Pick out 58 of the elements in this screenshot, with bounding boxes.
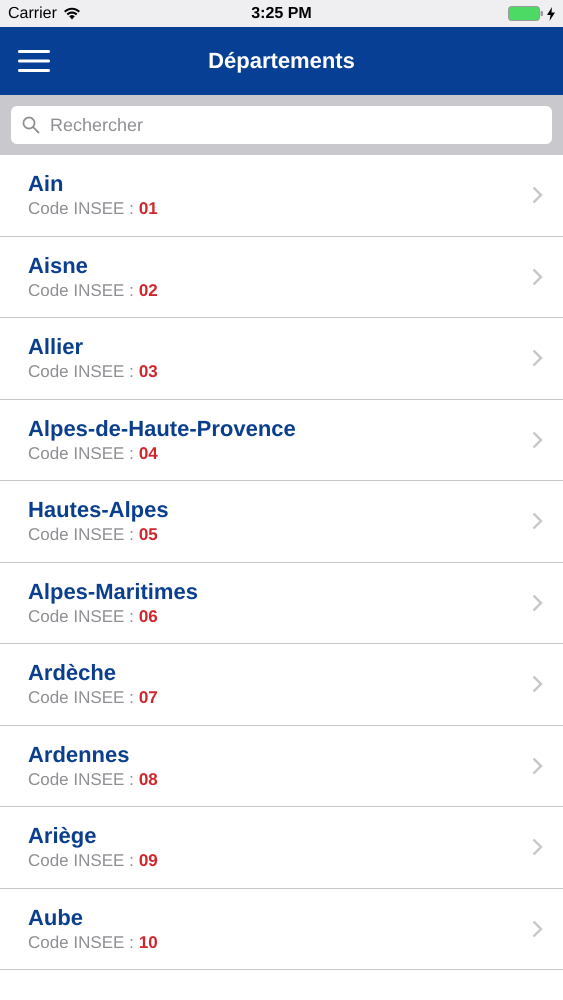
code-label: Code INSEE :: [28, 362, 134, 382]
department-row[interactable]: Alpes-Maritimes Code INSEE : 06: [0, 562, 563, 644]
code-value: 06: [138, 606, 158, 627]
chevron-icon: [532, 838, 543, 856]
department-row[interactable]: Hautes-Alpes Code INSEE : 05: [0, 481, 563, 562]
code-label: Code INSEE :: [28, 280, 134, 301]
nav-title: Départements: [208, 48, 355, 74]
code-value: 08: [138, 770, 158, 790]
code-value: 02: [138, 280, 158, 301]
chevron-icon: [532, 430, 543, 449]
code-label: Code INSEE :: [28, 851, 134, 872]
department-row[interactable]: Ain Code INSEE : 01: [0, 155, 563, 236]
code-label: Code INSEE :: [28, 606, 134, 627]
department-name: Hautes-Alpes: [28, 497, 169, 524]
department-row[interactable]: Ardèche Code INSEE : 07: [0, 644, 563, 726]
chevron-icon: [532, 186, 543, 204]
code-label: Code INSEE :: [28, 932, 134, 953]
department-row[interactable]: Ariège Code INSEE : 09: [0, 807, 563, 888]
code-value: 07: [138, 688, 158, 708]
code-value: 04: [138, 444, 158, 464]
chevron-icon: [532, 349, 543, 368]
code-value: 10: [138, 932, 158, 953]
menu-button[interactable]: [18, 50, 50, 72]
carrier-label: Carrier: [8, 4, 57, 22]
status-time: 3:25 PM: [251, 4, 312, 22]
department-row[interactable]: Ardennes Code INSEE : 08: [0, 726, 563, 807]
code-label: Code INSEE :: [28, 770, 134, 790]
battery-icon: [508, 6, 544, 21]
department-name: Aisne: [28, 252, 89, 279]
search-field[interactable]: Rechercher: [11, 106, 552, 144]
code-label: Code INSEE :: [28, 688, 134, 708]
department-name: Alpes-Maritimes: [28, 578, 198, 605]
chevron-icon: [532, 512, 543, 530]
chevron-icon: [532, 594, 543, 612]
chevron-icon: [532, 920, 543, 938]
wifi-icon: [62, 7, 81, 20]
code-label: Code INSEE :: [28, 199, 134, 220]
code-label: Code INSEE :: [28, 525, 134, 546]
department-name: Alpes-de-Haute-Provence: [28, 416, 296, 442]
chevron-icon: [532, 756, 543, 775]
department-name: Ain: [28, 171, 64, 198]
charging-icon: [547, 6, 555, 20]
department-name: Ariège: [28, 823, 98, 850]
department-row[interactable]: Alpes-de-Haute-Provence Code INSEE : 04: [0, 400, 563, 481]
code-value: 09: [138, 851, 158, 872]
chevron-icon: [532, 675, 543, 694]
department-row[interactable]: Aisne Code INSEE : 02: [0, 236, 563, 318]
code-value: 05: [138, 525, 158, 546]
department-name: Aube: [28, 904, 84, 931]
code-value: 03: [138, 362, 158, 382]
code-value: 01: [138, 199, 158, 220]
chevron-icon: [532, 268, 543, 286]
code-label: Code INSEE :: [28, 444, 134, 464]
department-row[interactable]: Aube Code INSEE : 10: [0, 888, 563, 970]
department-name: Ardennes: [28, 742, 130, 768]
department-name: Ardèche: [28, 660, 118, 686]
department-row[interactable]: Allier Code INSEE : 03: [0, 318, 563, 400]
department-name: Allier: [28, 334, 84, 360]
